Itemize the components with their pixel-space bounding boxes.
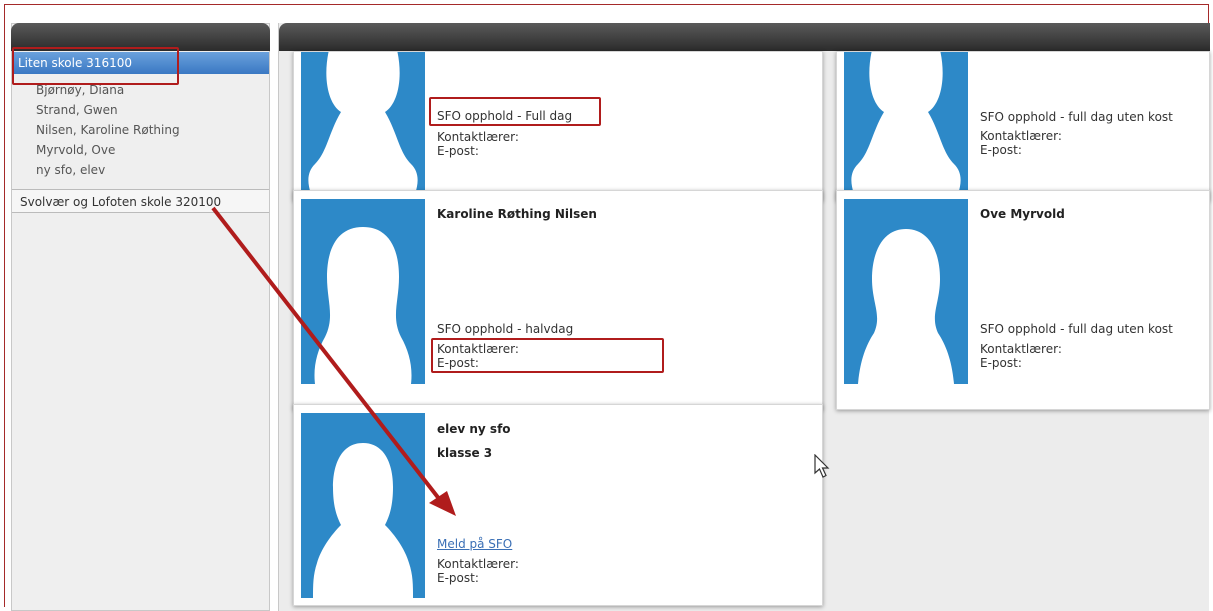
mouse-pointer-icon <box>814 454 830 478</box>
student-name: Karoline Røthing Nilsen <box>437 207 597 221</box>
student-list: Bjørnøy, Diana Strand, Gwen Nilsen, Karo… <box>12 80 269 180</box>
teacher-label: Kontaktlærer: <box>437 130 519 144</box>
person-silhouette-icon <box>301 199 425 384</box>
email-label: E-post: <box>437 144 479 158</box>
register-sfo-link[interactable]: Meld på SFO <box>437 537 512 551</box>
student-item[interactable]: ny sfo, elev <box>12 160 269 180</box>
teacher-label: Kontaktlærer: <box>437 557 519 571</box>
teacher-label: Kontaktlærer: <box>980 342 1062 356</box>
student-card: elev ny sfo klasse 3 Meld på SFO Kontakt… <box>293 404 823 606</box>
student-name: elev ny sfo <box>437 422 511 436</box>
student-card: SFO opphold - full dag uten kost Kontakt… <box>836 51 1210 201</box>
student-item[interactable]: Nilsen, Karoline Røthing <box>12 120 269 140</box>
care-type: SFO opphold - halvdag <box>437 322 574 336</box>
student-name: Ove Myrvold <box>980 207 1065 221</box>
person-silhouette-icon <box>301 413 425 598</box>
person-silhouette-icon <box>301 52 425 194</box>
email-label: E-post: <box>437 571 479 585</box>
main-header <box>279 23 1210 51</box>
teacher-label: Kontaktlærer: <box>980 129 1062 143</box>
school-item[interactable]: Svolvær og Lofoten skole 320100 <box>12 189 269 213</box>
care-type: SFO opphold - full dag uten kost <box>980 110 1173 124</box>
student-item[interactable]: Strand, Gwen <box>12 100 269 120</box>
student-cards-panel: SFO opphold - Full dag Kontaktlærer: E-p… <box>278 23 1210 611</box>
highlight-box-contact <box>431 338 664 373</box>
school-sidebar: Liten skole 316100 Bjørnøy, Diana Strand… <box>11 23 270 611</box>
student-class: klasse 3 <box>437 446 493 460</box>
highlight-box-school <box>12 47 179 85</box>
student-card: SFO opphold - Full dag Kontaktlærer: E-p… <box>293 51 823 201</box>
student-item[interactable]: Myrvold, Ove <box>12 140 269 160</box>
student-card: Ove Myrvold SFO opphold - full dag uten … <box>836 190 1210 410</box>
highlight-box-care <box>429 97 601 126</box>
student-card: Karoline Røthing Nilsen SFO opphold - ha… <box>293 190 823 410</box>
email-label: E-post: <box>980 356 1022 370</box>
person-silhouette-icon <box>844 199 968 384</box>
person-silhouette-icon <box>844 52 968 194</box>
email-label: E-post: <box>980 143 1022 157</box>
care-type: SFO opphold - full dag uten kost <box>980 322 1173 336</box>
